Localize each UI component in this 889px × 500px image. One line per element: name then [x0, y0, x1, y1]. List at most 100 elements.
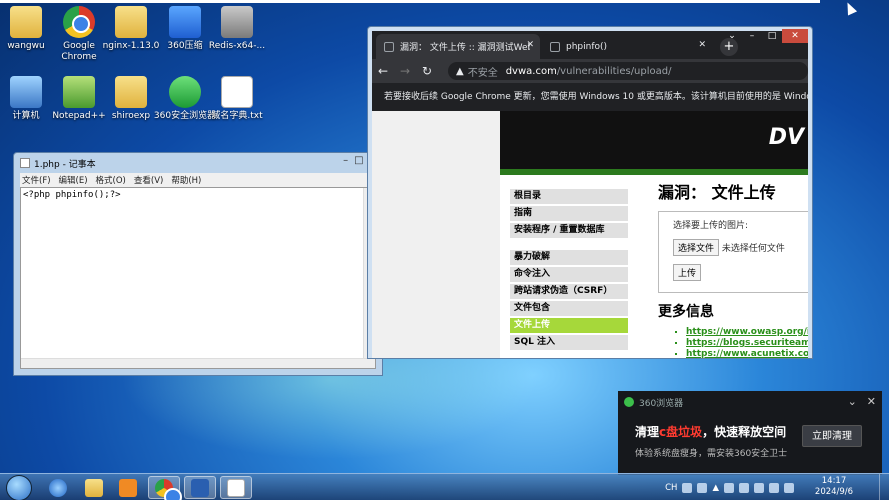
- no-file-label: 未选择任何文件: [721, 244, 785, 254]
- computer-icon: [10, 76, 42, 108]
- close-icon[interactable]: ✕: [782, 29, 808, 43]
- menu-item-command-injection[interactable]: 命令注入: [510, 267, 628, 282]
- chrome-icon: [155, 478, 182, 500]
- update-infobar: 若要接收后续 Google Chrome 更新，您需使用 Windows 10 …: [372, 83, 808, 111]
- menu-item-file-upload[interactable]: 文件上传: [510, 318, 628, 333]
- clock-date: 2024/9/6: [814, 487, 854, 497]
- horizontal-scrollbar[interactable]: [21, 358, 375, 368]
- desktop-icon-label: shiroexp: [111, 111, 151, 121]
- show-desktop-button[interactable]: [879, 474, 889, 500]
- reference-links: https://www.owasp.org/index https://blog…: [658, 327, 808, 358]
- notification-popup[interactable]: 360浏览器 ⌄ ✕ 清理c盘垃圾，快速释放空间 体验系统盘瘦身，需安装360安…: [618, 391, 882, 475]
- forward-arrow-icon[interactable]: →: [394, 64, 416, 78]
- menu-item-brute-force[interactable]: 暴力破解: [510, 250, 628, 265]
- menu-item-file-inclusion[interactable]: 文件包含: [510, 301, 628, 316]
- desktop-icon-label: Notepad++: [52, 111, 106, 121]
- taskbar-media[interactable]: [112, 476, 144, 499]
- reload-icon[interactable]: ↻: [416, 64, 438, 78]
- folder-icon: [115, 76, 147, 108]
- chevron-up-icon[interactable]: ▲: [712, 483, 719, 493]
- desktop-icon-label: Google Chrome: [61, 41, 97, 62]
- keyboard-icon[interactable]: [682, 482, 693, 493]
- chrome-window[interactable]: 漏洞： 文件上传 :: 漏洞测试Web ✕ phpinfo() ✕ + ⌄ – …: [367, 26, 813, 359]
- taskbar-chrome[interactable]: [148, 476, 182, 500]
- chrome-icon: [63, 6, 95, 38]
- url-path: /vulnerabilities/upload/: [556, 65, 672, 77]
- collapse-icon[interactable]: ⌄: [848, 395, 857, 408]
- taskbar-ie[interactable]: [42, 476, 74, 499]
- back-arrow-icon[interactable]: ←: [372, 64, 394, 78]
- page-margin: [372, 111, 500, 358]
- maximize-icon[interactable]: □: [354, 155, 363, 166]
- security-label[interactable]: 不安全: [468, 64, 498, 79]
- menu-item-setup[interactable]: 安装程序 / 重置数据库: [510, 223, 628, 238]
- upload-prompt: 选择要上传的图片:: [673, 221, 749, 231]
- notepad-title: 1.php - 记事本: [34, 159, 96, 170]
- help-icon[interactable]: [697, 482, 708, 493]
- notepad-menubar: 文件(F) 编辑(E) 格式(O) 查看(V) 帮助(H): [20, 173, 376, 187]
- chevron-down-icon[interactable]: ⌄: [722, 29, 742, 43]
- maximize-icon[interactable]: □: [762, 29, 782, 43]
- taskbar-ps[interactable]: [184, 476, 216, 499]
- message-suffix: ，快速释放空间: [702, 425, 787, 439]
- menu-item-instructions[interactable]: 指南: [510, 206, 628, 221]
- desktop-icon-label: nginx-1.13.0: [102, 41, 160, 51]
- browser360-icon: [169, 76, 201, 108]
- tab-label: 漏洞： 文件上传 :: 漏洞测试Web: [400, 43, 530, 53]
- menu-view[interactable]: 查看(V): [134, 174, 163, 186]
- desktop-icon-label: 计算机: [12, 111, 40, 121]
- menu-file[interactable]: 文件(F): [22, 174, 51, 186]
- taskbar-explorer[interactable]: [78, 476, 110, 499]
- minimize-icon[interactable]: –: [742, 29, 762, 43]
- volume-icon[interactable]: [784, 482, 794, 493]
- menu-item-home[interactable]: 根目录: [510, 189, 628, 204]
- desktop-icon-label: 360压缩: [167, 41, 203, 51]
- warning-icon[interactable]: ▲: [456, 66, 464, 77]
- menu-edit[interactable]: 编辑(E): [59, 174, 88, 186]
- notepadpp-icon: [63, 76, 95, 108]
- desktop-icon-label: wangwu: [7, 41, 45, 51]
- tab-phpinfo[interactable]: phpinfo() ✕: [542, 34, 712, 59]
- lang-indicator[interactable]: CH: [665, 483, 677, 493]
- network-icon[interactable]: [769, 482, 779, 493]
- tray-app-icon[interactable]: [754, 482, 764, 493]
- tray-app-icon[interactable]: [724, 482, 734, 493]
- choose-file-button[interactable]: 选择文件: [673, 239, 720, 256]
- close-icon[interactable]: ✕: [867, 395, 876, 408]
- desktop-icon-dict-txt[interactable]: 域名字典.txt: [205, 76, 269, 122]
- notepad-titlebar[interactable]: 1.php - 记事本: [14, 153, 382, 173]
- clock[interactable]: 14:17 2024/9/6: [809, 476, 859, 498]
- clock-time: 14:17: [821, 476, 847, 486]
- tab-close-icon[interactable]: ✕: [526, 40, 534, 50]
- link-securiteam[interactable]: https://blogs.securiteam.com: [686, 338, 808, 349]
- system-tray: CH ▲: [665, 474, 794, 500]
- notepad-window[interactable]: 1.php - 记事本 – □ ✕ 文件(F) 编辑(E) 格式(O) 查看(V…: [13, 152, 383, 376]
- menu-item-sql-injection[interactable]: SQL 注入: [510, 335, 628, 350]
- taskbar-notepad[interactable]: [220, 476, 252, 499]
- link-acunetix[interactable]: https://www.acunetix.com/w: [686, 349, 808, 358]
- menu-help[interactable]: 帮助(H): [171, 174, 201, 186]
- link-owasp[interactable]: https://www.owasp.org/index: [686, 327, 808, 338]
- start-button[interactable]: [6, 475, 32, 500]
- menu-format[interactable]: 格式(O): [96, 174, 126, 186]
- notepad-content: <?php phpinfo();?>: [23, 190, 121, 200]
- notepad-editor[interactable]: <?php phpinfo();?>: [20, 187, 376, 369]
- tab-close-icon[interactable]: ✕: [698, 40, 706, 50]
- clean-now-button[interactable]: 立即清理: [802, 425, 862, 447]
- minimize-icon[interactable]: –: [343, 155, 348, 166]
- browser360-icon: [624, 397, 634, 407]
- page-viewport: DV 根目录 指南 安装程序 / 重置数据库 暴力破解 命令注入 跨站请求伪造（…: [372, 111, 808, 358]
- upload-button[interactable]: 上传: [673, 264, 702, 281]
- app-icon: [191, 478, 209, 497]
- desktop-icon-redis[interactable]: Redis-x64-...: [205, 6, 269, 52]
- message-prefix: 清理: [635, 425, 660, 439]
- upload-form: 选择要上传的图片: 选择文件 未选择任何文件 上传: [658, 211, 808, 293]
- notification-sub: 体验系统盘瘦身，需安装360安全卫士: [635, 449, 788, 459]
- tray-app-icon[interactable]: [739, 482, 749, 493]
- address-bar[interactable]: ▲ 不安全 dvwa.com /vulnerabilities/upload/: [448, 62, 808, 80]
- menu-item-csrf[interactable]: 跨站请求伪造（CSRF）: [510, 284, 628, 299]
- toolbar: ← → ↻ ▲ 不安全 dvwa.com /vulnerabilities/up…: [372, 59, 808, 83]
- archive-icon: [169, 6, 201, 38]
- tab-dvwa-upload[interactable]: 漏洞： 文件上传 :: 漏洞测试Web ✕: [376, 34, 540, 59]
- url-domain: dvwa.com: [505, 65, 557, 77]
